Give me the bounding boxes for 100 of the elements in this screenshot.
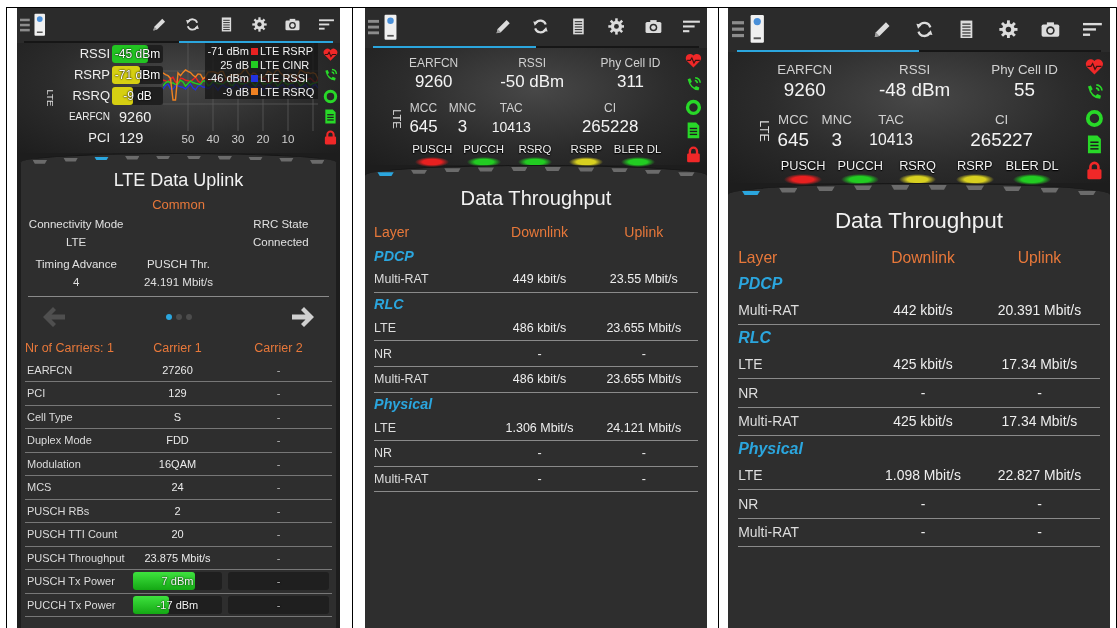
- column-header: Downlink: [890, 248, 956, 267]
- table-cell-text: LTE: [374, 420, 398, 435]
- table-cell-text: 20.391 Mbit/s: [996, 302, 1083, 319]
- group-heading: Physical: [738, 439, 803, 458]
- field-label: CI: [604, 100, 617, 118]
- meter-reading: -: [276, 575, 281, 588]
- field-label: PUSCH Thr.: [146, 256, 210, 272]
- field-label: CI: [994, 110, 1009, 129]
- menu-icon[interactable]: [19, 16, 30, 33]
- field-value: 129: [118, 129, 145, 146]
- field-value: 645: [409, 117, 438, 138]
- table-cell-text: 22.827 Mbit/s: [996, 467, 1083, 484]
- row-label: PCI: [26, 387, 47, 400]
- section-title: Data Throughput: [459, 186, 613, 212]
- table-cell-text: 27260: [161, 363, 194, 376]
- table-cell-text: -: [275, 387, 282, 400]
- field-label: PCI: [87, 130, 111, 146]
- field-label: RSSI: [899, 60, 931, 79]
- table-cell-text: -: [1036, 524, 1043, 541]
- table-cell-text: LTE: [374, 320, 398, 335]
- field-value: 3: [831, 129, 842, 152]
- status-indicator-label: PUCCH: [837, 157, 883, 175]
- table-cell-text: 23.655 Mbit/s: [605, 320, 683, 335]
- field-value: 9260: [118, 108, 153, 125]
- rat-label: LTE: [44, 89, 56, 107]
- settings-icon[interactable]: [999, 19, 1018, 39]
- table-cell-text: 425 kbit/s: [892, 356, 954, 373]
- row-label: PUCCH Tx Power: [26, 598, 117, 611]
- camera-icon[interactable]: [1041, 19, 1060, 39]
- menu-icon[interactable]: [368, 17, 380, 36]
- settings-icon[interactable]: [252, 17, 268, 33]
- field-value: 55: [1014, 79, 1036, 102]
- camera-icon[interactable]: [285, 17, 301, 33]
- table-cell-text: 17.34 Mbit/s: [1000, 413, 1079, 430]
- column-header: Nr of Carriers: 1: [25, 340, 115, 355]
- field-value: 4: [72, 274, 80, 290]
- table-cell-text: Multi-RAT: [374, 272, 430, 287]
- refresh-icon[interactable]: [532, 18, 550, 36]
- field-label: TAC: [878, 110, 904, 129]
- status-indicator-label: PUSCH: [780, 157, 826, 175]
- refresh-icon[interactable]: [915, 19, 934, 39]
- table-cell-text: S: [172, 410, 183, 423]
- table-cell-text: -: [275, 504, 282, 517]
- gauge-label: RSRP: [72, 67, 111, 83]
- table-cell-text: 486 kbit/s: [511, 372, 568, 387]
- field-value: 3: [457, 117, 468, 138]
- row-label: PUSCH Throughput: [26, 551, 126, 564]
- pencil-icon[interactable]: [494, 18, 512, 36]
- table-cell-text: -: [640, 346, 647, 361]
- field-label: Phy Cell ID: [600, 55, 661, 73]
- field-label: Connectivity Mode: [28, 216, 124, 232]
- table-cell-text: 425 kbit/s: [892, 413, 954, 430]
- sort-icon[interactable]: [318, 17, 334, 33]
- table-cell-text: FDD: [165, 434, 190, 447]
- axis-tick-label: 50: [180, 133, 196, 146]
- device-icon[interactable]: [749, 14, 765, 44]
- table-cell-text: NR: [374, 346, 394, 361]
- table-cell-text: Multi-RAT: [738, 524, 800, 541]
- section-title: Data Throughput: [833, 206, 1005, 235]
- table-cell-text: NR: [738, 384, 760, 401]
- arrow-right-icon[interactable]: [292, 306, 314, 327]
- table-cell-text: -: [275, 481, 282, 494]
- axis-tick-label: 10: [280, 133, 296, 146]
- field-value: 311: [617, 72, 644, 93]
- field-value: -50 dBm: [500, 72, 564, 93]
- status-indicator-label: BLER DL: [613, 141, 662, 157]
- table-cell-text: -: [275, 551, 282, 564]
- table-cell-text: -: [275, 410, 282, 423]
- field-value: 10413: [491, 118, 531, 138]
- table-cell-text: 23.655 Mbit/s: [605, 372, 683, 387]
- refresh-icon[interactable]: [185, 17, 201, 33]
- meter-reading: 7 dBm: [161, 575, 194, 588]
- axis-tick-label: 30: [230, 133, 246, 146]
- group-heading: RLC: [374, 296, 404, 313]
- table-cell-text: 1.306 Mbit/s: [504, 420, 575, 435]
- menu-icon[interactable]: [731, 18, 744, 40]
- field-label: RRC State: [253, 216, 309, 232]
- field-label: TAC: [499, 100, 523, 118]
- device-icon[interactable]: [384, 13, 398, 41]
- table-cell-text: -: [275, 363, 282, 376]
- camera-icon[interactable]: [645, 18, 663, 36]
- field-value: 10413: [869, 130, 913, 151]
- pencil-icon[interactable]: [152, 17, 168, 33]
- gauge-label: RSSI: [78, 46, 111, 62]
- row-label: PUSCH RBs: [26, 504, 91, 517]
- settings-icon[interactable]: [607, 18, 625, 36]
- status-indicator-label: PUSCH: [412, 141, 453, 157]
- status-indicator-label: RSRQ: [518, 141, 552, 157]
- device-icon[interactable]: [34, 12, 46, 37]
- status-indicator-label: BLER DL: [1005, 157, 1059, 175]
- table-cell-text: -: [275, 434, 282, 447]
- table-cell-text: -: [919, 524, 927, 541]
- field-label: EARFCN: [777, 60, 833, 79]
- table-cell-text: 23.55 Mbit/s: [608, 272, 679, 287]
- group-heading: PDCP: [374, 247, 414, 264]
- table-cell-text: 2: [173, 504, 182, 517]
- column-header: Carrier 2: [253, 340, 304, 355]
- status-indicator-label: RSRP: [570, 141, 603, 157]
- field-value: Connected: [253, 234, 309, 250]
- gauge-label: RSRQ: [71, 88, 111, 104]
